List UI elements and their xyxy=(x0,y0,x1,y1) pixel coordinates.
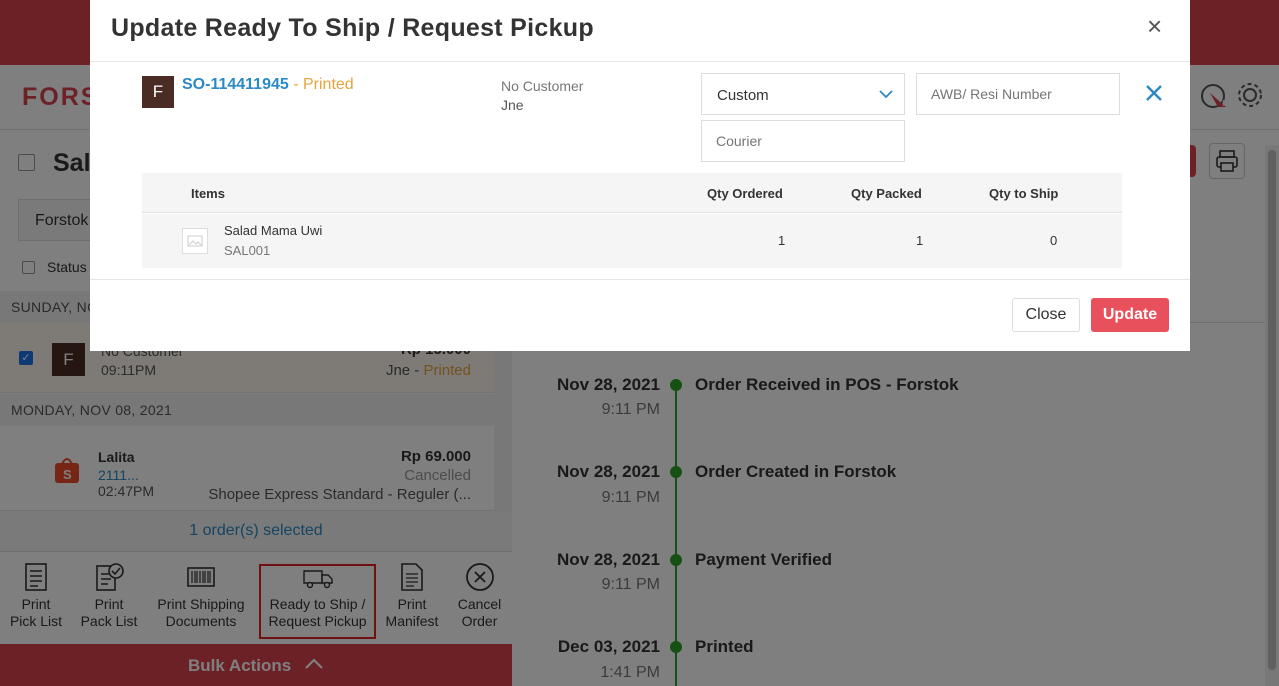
courier-input[interactable] xyxy=(701,120,905,162)
customer-name: No Customer xyxy=(501,78,584,94)
table-header: Items Qty Ordered Qty Packed Qty to Ship xyxy=(142,173,1122,213)
update-ready-to-ship-modal: Update Ready To Ship / Request Pickup × … xyxy=(90,0,1190,351)
item-name: Salad Mama Uwi xyxy=(224,223,323,238)
select-value: Custom xyxy=(717,87,769,104)
qty-to-ship: 0 xyxy=(1050,233,1058,248)
shipping-provider-select[interactable]: Custom xyxy=(701,73,905,115)
so-number-link[interactable]: SO-114411945 xyxy=(182,76,289,93)
modal-title: Update Ready To Ship / Request Pickup xyxy=(111,14,594,42)
close-button[interactable]: Close xyxy=(1012,298,1080,332)
divider xyxy=(90,61,1190,62)
remove-row-icon[interactable] xyxy=(1144,82,1164,104)
item-sku: SAL001 xyxy=(224,243,271,258)
image-placeholder-icon xyxy=(182,228,208,254)
awb-number-input[interactable] xyxy=(916,73,1120,115)
order-heading: SO-114411945 - Printed xyxy=(182,76,354,94)
avatar: F xyxy=(142,76,174,108)
qty-ordered: 1 xyxy=(778,233,786,248)
header-qty-ordered: Qty Ordered xyxy=(707,186,783,201)
header-items: Items xyxy=(191,186,225,201)
header-qty-packed: Qty Packed xyxy=(851,186,922,201)
table-row: Salad Mama Uwi SAL001 1 1 0 xyxy=(142,214,1122,268)
update-button[interactable]: Update xyxy=(1091,298,1169,332)
close-icon[interactable]: × xyxy=(1147,13,1167,39)
divider xyxy=(90,279,1190,280)
order-status: Printed xyxy=(302,76,354,93)
courier-name: Jne xyxy=(501,97,524,113)
order-customer-block: No Customer Jne xyxy=(501,77,583,115)
chevron-down-icon xyxy=(879,90,893,99)
header-qty-to-ship: Qty to Ship xyxy=(989,186,1059,201)
qty-packed: 1 xyxy=(916,233,924,248)
separator: - xyxy=(288,76,303,93)
